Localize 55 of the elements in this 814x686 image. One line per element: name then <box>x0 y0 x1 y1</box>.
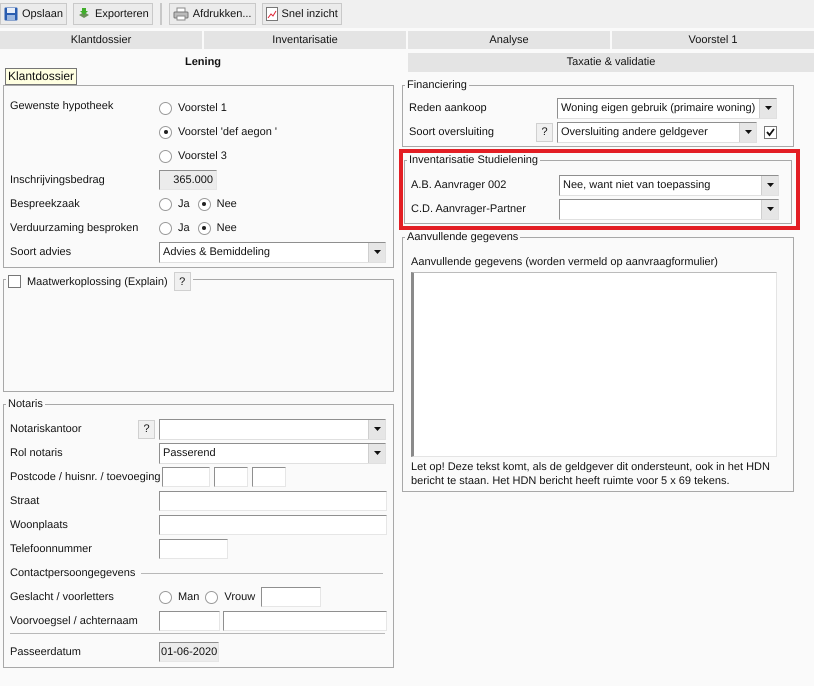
option-label: Voorstel 'def aegon ' <box>178 124 277 140</box>
field-label: Soort advies <box>10 244 72 260</box>
help-button[interactable]: ? <box>536 122 553 142</box>
field-label: Woonplaats <box>10 518 69 533</box>
field-label: Inschrijvingsbedrag <box>10 172 106 188</box>
toolbar-button[interactable]: Afdrukken... <box>168 3 256 25</box>
toolbar-button[interactable]: Opslaan <box>0 3 67 25</box>
tab[interactable]: Inventarisatie <box>204 31 406 49</box>
field-label: Rol notaris <box>10 446 64 461</box>
input-field[interactable]: 01-06-2020 <box>159 642 219 662</box>
checkbox-label: Maatwerkoplossing (Explain) <box>27 274 168 288</box>
field-label: Verduurzaming besproken <box>10 220 140 236</box>
field-label: Straat <box>10 494 40 509</box>
option-label: Vrouw <box>224 590 256 605</box>
panel-title: Financiering <box>407 79 467 91</box>
dropdown[interactable]: Nee, want niet van toepassing <box>559 174 779 196</box>
field-label: Voorvoegsel / achternaam <box>10 614 139 629</box>
option-label: Man <box>178 590 200 605</box>
field-label: Bespreekzaak <box>10 196 81 212</box>
option-label: Nee <box>216 196 237 212</box>
option-label: Ja <box>178 220 190 236</box>
toolbar-button[interactable]: Exporteren <box>72 3 153 25</box>
help-button[interactable]: ? <box>174 272 191 291</box>
tab[interactable]: Analyse <box>408 31 610 49</box>
option-label: Voorstel 1 <box>178 100 227 116</box>
help-button[interactable]: ? <box>138 420 155 438</box>
toolbar-button[interactable]: Snel inzicht <box>262 3 342 25</box>
info-note: Let op! Deze tekst komt, als de geldgever dit ondersteunt, ook in het HDN bericht te staan. Het HDN bericht heeft ruimte voor 5 x 69 tekens. <box>410 460 771 488</box>
tab[interactable]: Voorstel 1 <box>612 31 814 49</box>
panel-title: Inventarisatie Studielening <box>409 154 538 166</box>
tab[interactable]: Klantdossier <box>0 31 202 49</box>
option-label: Ja <box>178 196 190 212</box>
field-label: C.D. Aanvrager-Partner <box>411 202 527 217</box>
field-label: Gewenste hypotheek <box>10 98 114 114</box>
option-label: Nee <box>216 220 237 236</box>
dropdown[interactable]: Oversluiting andere geldgever <box>557 122 757 142</box>
option-label: Voorstel 3 <box>178 148 227 164</box>
field-label: Passeerdatum <box>10 644 82 660</box>
field-label: Reden aankoop <box>409 100 488 116</box>
tooltip: Klantdossier <box>5 68 78 85</box>
dropdown[interactable]: Advies & Bemiddeling <box>159 242 386 262</box>
panel-title: Aanvullende gegevens <box>407 231 518 243</box>
field-label: Postcode / huisnr. / toevoeging <box>10 470 160 485</box>
dropdown[interactable]: Woning eigen gebruik (primaire woning) <box>557 98 777 118</box>
field-label: Soort oversluiting <box>409 124 495 140</box>
field-label: Telefoonnummer <box>10 542 93 557</box>
field-label: A.B. Aanvrager 002 <box>411 178 508 193</box>
dropdown[interactable]: Passerend <box>159 442 386 464</box>
field-label: Notariskantoor <box>10 422 83 437</box>
field-label: Aanvullende gegevens (worden vermeld op aanvraagformulier) <box>410 255 719 270</box>
section-heading: Contactpersoongegevens <box>10 566 136 581</box>
panel-title: Notaris <box>8 398 43 410</box>
field-label: Geslacht / voorletters <box>10 590 115 605</box>
input-field[interactable]: 365.000 <box>159 170 217 190</box>
tab[interactable]: Taxatie & validatie <box>408 53 814 72</box>
